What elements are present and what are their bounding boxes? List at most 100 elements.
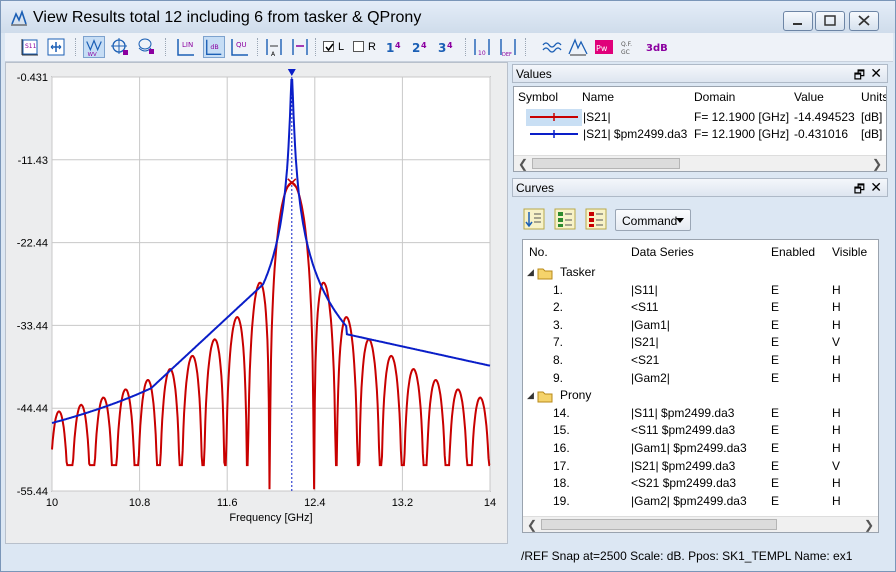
values-cell-name: |S21| (583, 110, 611, 124)
curve-row[interactable]: 19. |Gam2| $pm2499.da3 E H (523, 493, 878, 510)
values-row[interactable]: |S21| $pm2499.da3 F= 12.1900 [GHz] -0.43… (514, 126, 886, 143)
curve-enabled: E (771, 423, 780, 438)
curve-row[interactable]: 1. |S11| E H (523, 282, 878, 299)
expand-triangle-icon[interactable]: ◢ (527, 390, 534, 401)
svg-text:3: 3 (438, 41, 446, 55)
scroll-thumb[interactable] (532, 158, 680, 169)
plot-area[interactable]: 10 10.8 11.6 12.4 13.2 14 -0.431 -11.43 -22.44 -3… (5, 62, 508, 544)
symbol-swatch (526, 109, 582, 126)
ten-icon[interactable]: 10 (471, 36, 493, 58)
curve-enabled: E (771, 476, 780, 491)
curve-row[interactable]: 7. |S21| E V (523, 334, 878, 351)
curve-visible: H (832, 282, 841, 297)
values-hscroll[interactable]: ❮ ❯ (514, 155, 886, 171)
scroll-right-icon[interactable]: ❯ (870, 156, 884, 171)
values-cell-units: [dB] (861, 127, 883, 141)
curve-visible: H (832, 317, 841, 332)
values-col-domain: Domain (694, 90, 736, 104)
def-icon[interactable]: DEF (497, 36, 519, 58)
scroll-right-icon[interactable]: ❯ (862, 517, 876, 532)
maximize-button[interactable] (815, 11, 845, 31)
checkbox-r-label: R (368, 41, 376, 53)
folder-icon (537, 268, 553, 280)
curve-no: 7. (553, 335, 564, 350)
curve-visible: H (832, 353, 841, 367)
checkbox-r[interactable] (353, 41, 364, 52)
peak-icon[interactable] (567, 36, 589, 58)
curve-row[interactable]: 9. |Gam2| E H (523, 370, 878, 387)
curves-col-series: Data Series (631, 245, 694, 259)
title-bar: View Results total 12 including 6 from t… (1, 1, 895, 33)
curve-enabled: E (771, 335, 780, 350)
svg-text:4: 4 (395, 41, 401, 50)
command-dropdown[interactable]: Command (615, 209, 691, 231)
line-chart[interactable]: 10 10.8 11.6 12.4 13.2 14 -0.431 -11.43 -22.44 -3… (6, 63, 507, 543)
enable-all-icon[interactable] (554, 208, 576, 230)
svg-text:S11: S11 (25, 43, 37, 50)
pin-icon[interactable]: 🗗 (854, 180, 865, 201)
curve-no: 1. (553, 282, 564, 297)
x-axis-label: Frequency [GHz] (229, 512, 312, 524)
marker-arrow-icon[interactable] (287, 69, 296, 76)
markers-icon[interactable]: WV (83, 36, 105, 58)
one-four-icon[interactable]: 14 (385, 36, 407, 58)
values-col-name: Name (582, 90, 615, 104)
curve-no: 3. (553, 317, 564, 332)
scroll-left-icon[interactable]: ❮ (525, 517, 539, 532)
toolbar-separator (465, 38, 467, 56)
curve-enabled: E (771, 458, 780, 473)
checkbox-l[interactable] (323, 41, 334, 52)
close-panel-icon[interactable]: ✕ (870, 65, 882, 82)
values-cell-domain: F= 12.1900 [GHz] (694, 127, 790, 141)
command-label: Command (622, 214, 678, 228)
fit-icon[interactable] (45, 36, 67, 58)
db-scale-icon[interactable]: dB (203, 36, 225, 58)
pin-icon[interactable]: 🗗 (854, 66, 865, 87)
layers-icon[interactable] (135, 36, 157, 58)
curve-row[interactable]: 15. <S11 $pm2499.da3 E H (523, 422, 878, 439)
values-row[interactable]: |S21| F= 12.1900 [GHz] -14.494523 [dB] (514, 109, 886, 126)
chevron-down-icon (676, 218, 684, 223)
values-cell-name: |S21| $pm2499.da3 (583, 127, 688, 141)
3db-icon[interactable]: 3dB (645, 36, 667, 58)
q-icon[interactable]: Q.F.GC (619, 36, 641, 58)
curve-visible: V (832, 458, 841, 473)
minimize-button[interactable] (783, 11, 813, 31)
curve-row[interactable]: 18. <S21 $pm2499.da3 E H (523, 475, 878, 492)
sort-icon[interactable] (523, 208, 545, 230)
curve-row[interactable]: 14. |S11| $pm2499.da3 E H (523, 405, 878, 422)
three-four-icon[interactable]: 34 (437, 36, 459, 58)
crosshair-icon[interactable] (109, 36, 131, 58)
curve-row[interactable]: 3. |Gam1| E H (523, 317, 878, 334)
wave-icon[interactable] (541, 36, 563, 58)
svg-text:Pw: Pw (596, 44, 608, 53)
curve-no: 16. (553, 441, 570, 455)
disable-all-icon[interactable] (585, 208, 607, 230)
scroll-left-icon[interactable]: ❮ (516, 156, 530, 171)
expand-triangle-icon[interactable]: ◢ (527, 267, 534, 278)
scroll-thumb[interactable] (541, 519, 777, 530)
close-panel-icon[interactable]: ✕ (870, 179, 882, 196)
close-button[interactable] (849, 11, 879, 31)
marker-a-icon[interactable]: A (263, 36, 285, 58)
lin-scale-icon[interactable]: LIN (175, 36, 197, 58)
tree-group-prony[interactable]: ◢ Prony (523, 387, 878, 404)
values-cell-value: -14.494523 (794, 110, 855, 124)
curve-row[interactable]: 16. |Gam1| $pm2499.da3 E H (523, 440, 878, 457)
pow-icon[interactable]: Pw (593, 36, 615, 58)
curve-series: |S11| (631, 282, 658, 297)
svg-text:WV: WV (88, 52, 97, 58)
curves-hscroll[interactable]: ❮ ❯ (523, 516, 878, 532)
marker-b-icon[interactable] (289, 36, 311, 58)
tree-group-tasker[interactable]: ◢ Tasker (523, 264, 878, 281)
qu-icon[interactable]: QU (229, 36, 251, 58)
x-tick-label: 10.8 (129, 497, 150, 509)
curve-row[interactable]: 8. <S21 E H (523, 352, 878, 369)
y-tick-label: -33.44 (17, 320, 48, 332)
toolbar-separator (257, 38, 259, 56)
two-four-icon[interactable]: 24 (411, 36, 433, 58)
curve-row[interactable]: 2. <S11 E H (523, 299, 878, 316)
curve-enabled: E (771, 441, 780, 455)
s11-icon[interactable]: S11 (19, 36, 41, 58)
curve-row[interactable]: 17. |S21| $pm2499.da3 E V (523, 458, 878, 475)
